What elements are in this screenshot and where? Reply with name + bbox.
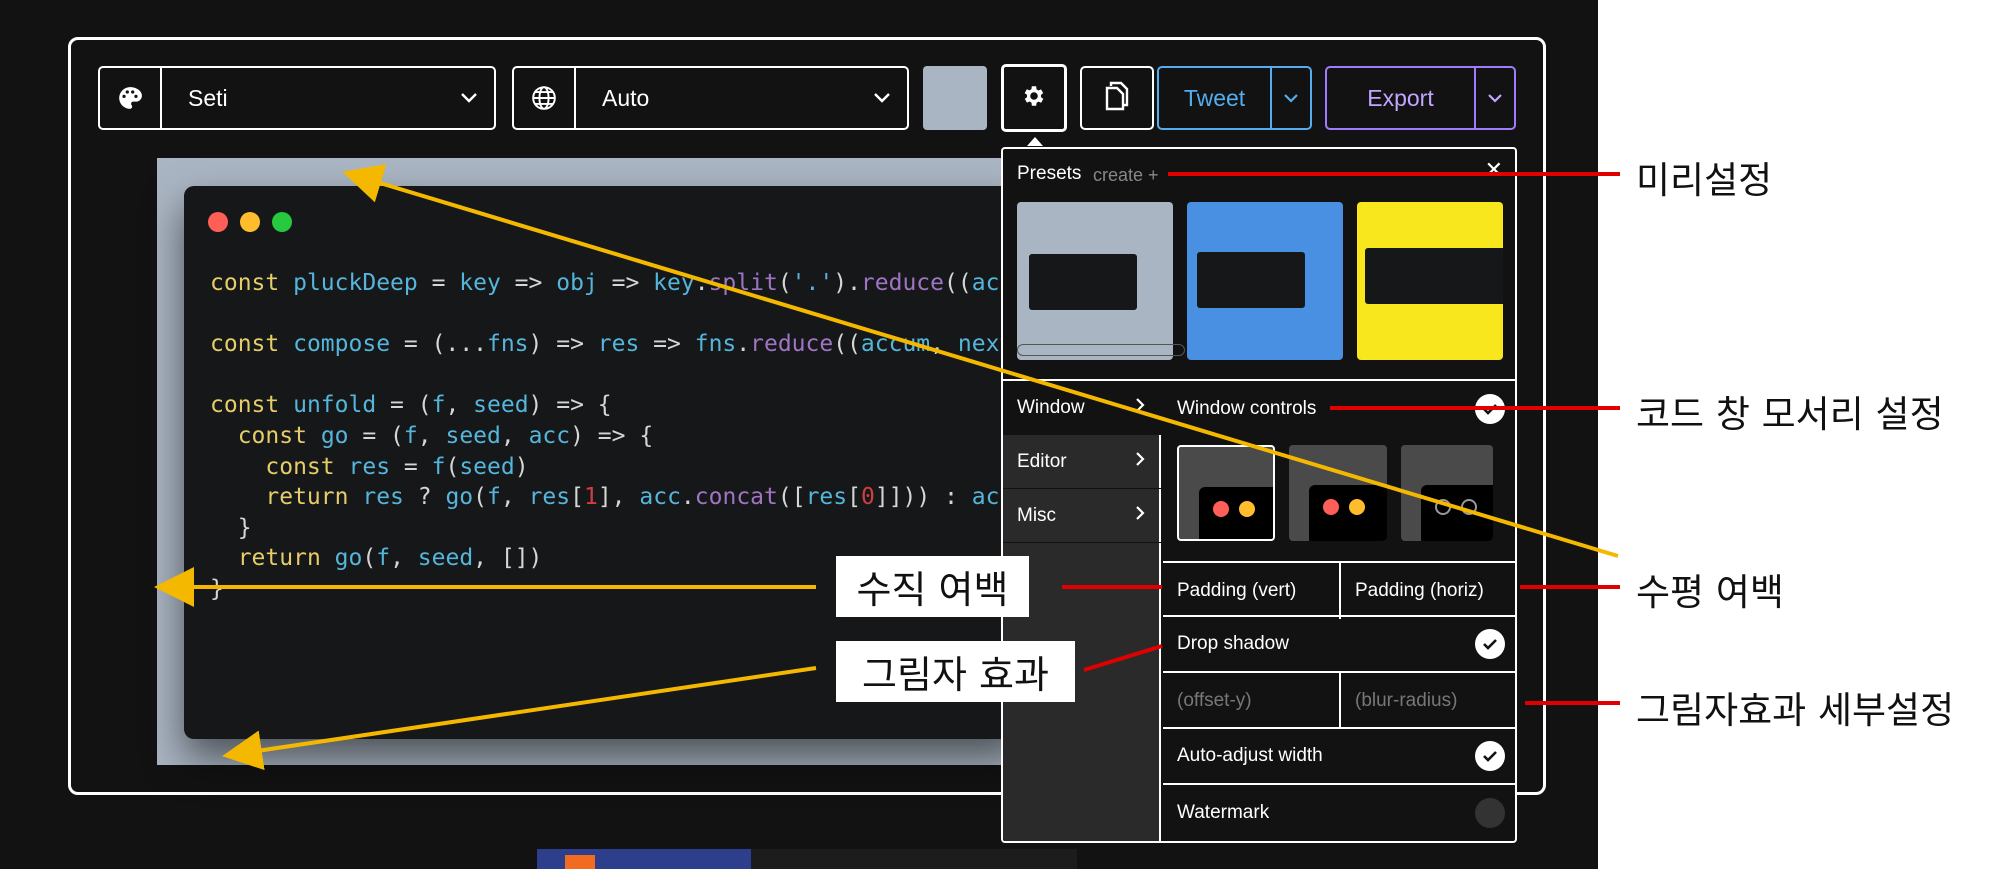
- export-button-group: Export: [1325, 66, 1516, 130]
- chevron-right-icon: [1135, 451, 1145, 473]
- language-dropdown[interactable]: Auto: [512, 66, 909, 130]
- preset-thumbnail[interactable]: [1017, 202, 1173, 360]
- settings-caret: [1027, 137, 1043, 146]
- preset-code-preview: [1365, 248, 1503, 304]
- background-color-swatch[interactable]: [923, 66, 987, 130]
- code-line: }: [210, 514, 252, 541]
- window-controls-option[interactable]: [1401, 445, 1493, 541]
- chevron-right-icon: [1135, 397, 1145, 419]
- window-minimize-dot: [240, 212, 260, 232]
- tweet-button-group: Tweet: [1157, 66, 1312, 130]
- check-icon[interactable]: [1475, 741, 1505, 771]
- shadow-details-row: (offset-y) (blur-radius): [1163, 673, 1515, 729]
- copy-icon: [1104, 81, 1130, 116]
- menu-item-label: Misc: [1017, 504, 1057, 526]
- code-editor[interactable]: const pluckDeep = key => obj => key.spli…: [210, 268, 1013, 605]
- shadow-blur-radius-input[interactable]: (blur-radius): [1341, 673, 1515, 729]
- window-controls-preview: [1309, 485, 1387, 541]
- menu-item-misc[interactable]: Misc: [1003, 489, 1161, 543]
- theme-value: Seti: [188, 84, 228, 111]
- window-controls-label: Window controls: [1177, 398, 1317, 419]
- menu-item-window[interactable]: Window: [1003, 381, 1161, 435]
- window-close-dot: [208, 212, 228, 232]
- presets-scrollbar[interactable]: [1017, 344, 1185, 356]
- chevron-down-icon: [1488, 94, 1502, 103]
- check-icon[interactable]: [1475, 629, 1505, 659]
- palette-icon: [100, 68, 162, 128]
- copy-button[interactable]: [1080, 66, 1154, 130]
- code-line: const res = f(seed): [265, 453, 529, 480]
- watermark-toggle[interactable]: [1475, 798, 1505, 828]
- app-area: Seti Auto Tweet Export const pluckDeep =…: [0, 0, 1598, 869]
- padding-row: Padding (vert) Padding (horiz): [1163, 561, 1515, 619]
- close-icon[interactable]: ✕: [1485, 157, 1503, 183]
- window-options: Window controls Padding (vert) Padding (…: [1163, 381, 1515, 841]
- settings-button[interactable]: [1001, 64, 1067, 132]
- preset-code-preview: [1029, 254, 1137, 310]
- callout-drop-shadow: 그림자 효과: [836, 641, 1075, 702]
- annotation-padding-horiz: 수평 여백: [1636, 571, 1784, 614]
- watermark-label: Watermark: [1177, 802, 1270, 823]
- presets-create-button[interactable]: create +: [1093, 165, 1159, 186]
- code-line: const unfold = (f, seed) => {: [210, 392, 612, 419]
- shadow-offset-y-input[interactable]: (offset-y): [1163, 673, 1341, 729]
- auto-adjust-row: Auto-adjust width: [1163, 729, 1515, 785]
- window-controls-preview: [1199, 487, 1273, 539]
- callout-padding-vert: 수직 여백: [836, 556, 1029, 617]
- check-icon[interactable]: [1475, 394, 1505, 424]
- annotation-window-controls: 코드 창 모서리 설정: [1636, 393, 1944, 436]
- tweet-button[interactable]: Tweet: [1159, 68, 1270, 128]
- code-line: const go = (f, seed, acc) => {: [237, 422, 654, 449]
- window-maximize-dot: [272, 212, 292, 232]
- drop-shadow-label: Drop shadow: [1177, 633, 1289, 654]
- chevron-down-icon: [1284, 94, 1298, 103]
- preset-code-preview: [1197, 252, 1305, 308]
- menu-item-editor[interactable]: Editor: [1003, 435, 1161, 489]
- menu-item-label: Editor: [1017, 450, 1067, 472]
- bottom-ad-banner[interactable]: [537, 849, 1077, 869]
- chevron-right-icon: [1135, 505, 1145, 527]
- gear-icon: [1021, 83, 1047, 114]
- window-controls-option[interactable]: [1289, 445, 1387, 541]
- window-controls-row: Window controls: [1163, 381, 1515, 437]
- menu-item-label: Window: [1017, 396, 1085, 418]
- chevron-down-icon: [444, 92, 494, 104]
- export-button[interactable]: Export: [1327, 68, 1474, 128]
- code-line: const compose = (...fns) => res => fns.r…: [210, 331, 1014, 358]
- annotation-presets: 미리설정: [1636, 159, 1773, 202]
- preset-thumbnail[interactable]: [1357, 202, 1503, 360]
- code-line: return res ? go(f, res[1], acc.concat([r…: [265, 484, 1014, 511]
- preset-thumbnail[interactable]: [1187, 202, 1343, 360]
- language-value: Auto: [602, 84, 650, 111]
- padding-horiz-input[interactable]: Padding (horiz): [1341, 563, 1515, 619]
- window-controls-option[interactable]: [1177, 445, 1275, 541]
- drop-shadow-row: Drop shadow: [1163, 617, 1515, 673]
- export-options-button[interactable]: [1474, 68, 1514, 128]
- window-controls-preview: [1421, 485, 1493, 541]
- auto-adjust-label: Auto-adjust width: [1177, 745, 1323, 766]
- ad-logo: [537, 849, 751, 869]
- watermark-row: Watermark: [1163, 785, 1515, 841]
- chevron-down-icon: [857, 92, 907, 104]
- presets-label: Presets: [1017, 163, 1082, 184]
- settings-panel: Presets create + ✕ Window Editor Misc Wi…: [1001, 147, 1517, 843]
- globe-icon: [514, 68, 576, 128]
- annotation-shadow-details: 그림자효과 세부설정: [1636, 689, 1955, 732]
- tweet-options-button[interactable]: [1270, 68, 1310, 128]
- theme-dropdown[interactable]: Seti: [98, 66, 496, 130]
- code-line: const pluckDeep = key => obj => key.spli…: [210, 270, 1014, 296]
- padding-vert-input[interactable]: Padding (vert): [1163, 563, 1341, 619]
